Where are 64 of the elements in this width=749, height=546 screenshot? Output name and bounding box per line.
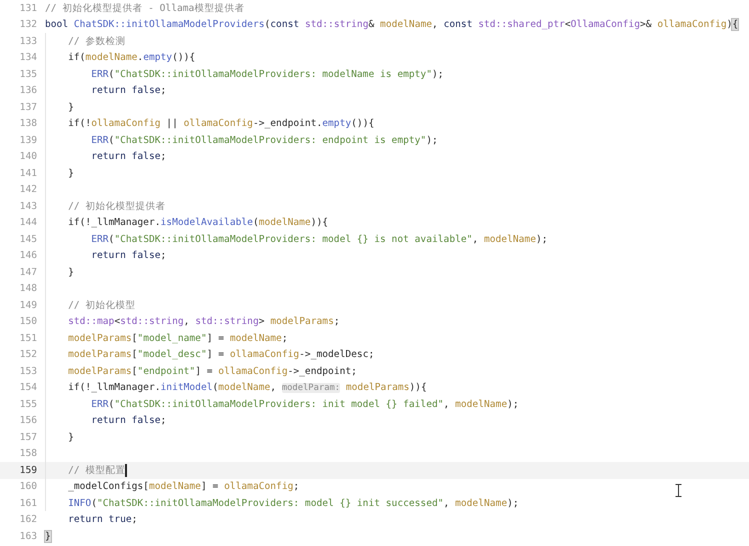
line-number: 145 [18,234,37,245]
line-number: 162 [18,514,37,526]
code-line: // 参数检测 [68,34,126,48]
code-line: modelParams["model_name"] = modelName; [68,332,288,344]
line-number: 147 [18,266,37,278]
code-line: modelParams["model_desc"] = ollamaConfig->_modelDesc; [68,349,374,360]
code-line: if(!_llmManager.isModelAvailable(modelName)){ [68,217,328,228]
code-line: INFO("ChatSDK::initOllamaModelProviders: model {} init successed", modelName); [68,498,519,509]
line-number: 149 [18,300,37,311]
code-line: } [68,432,74,443]
line-number: 141 [18,168,37,179]
line-number: 140 [18,151,37,162]
line-number: 132 [18,19,37,30]
code-line: ERR("ChatSDK::initOllamaModelProviders: modelName is empty"); [91,68,444,80]
line-number: 134 [18,52,37,64]
text-cursor-icon [675,484,682,497]
line-number: 150 [18,316,37,328]
line-number: 148 [18,283,37,294]
line-number: 146 [18,250,37,262]
code-line: if(modelName.empty()){ [68,52,196,64]
line-number: 137 [18,102,37,113]
code-line: if(!ollamaConfig || ollamaConfig->_endpoint.empty()){ [68,118,374,130]
line-number: 133 [18,36,37,47]
code-line: // 初始化模型提供者 - Ollama模型提供者 [45,2,244,15]
line-number: 151 [18,332,37,344]
code-line: _modelConfigs[modelName] = ollamaConfig; [68,481,300,492]
line-number: 161 [18,498,37,509]
line-number: 144 [18,217,37,228]
code-line: } [68,102,74,113]
code-line: // 初始化模型 [68,298,136,312]
line-number: 159 [18,464,37,476]
line-number: 135 [18,68,37,80]
line-number: 139 [18,134,37,146]
code-line: ERR("ChatSDK::initOllamaModelProviders: init model {} failed", modelName); [91,398,519,410]
line-number: 153 [18,366,37,377]
code-line: // 模型配置 [68,464,126,477]
line-number: 163 [18,530,37,542]
text-caret [125,464,127,477]
line-number: 154 [18,382,37,394]
code-line: if(!_llmManager.initModel(modelName, modelParam: modelParams)){ [68,382,427,394]
code-line: return true; [68,514,138,526]
code-line: return false; [91,85,166,96]
code-line: return false; [91,151,166,162]
line-number: 131 [18,2,37,14]
code-line: } [68,168,74,179]
line-number: 158 [18,448,37,460]
code-line: std::map<std::string, std::string> modelParams; [68,316,340,328]
line-number: 138 [18,118,37,130]
code-line: ERR("ChatSDK::initOllamaModelProviders: endpoint is empty"); [91,134,438,146]
code-line: return false; [91,415,166,426]
line-number: 155 [18,398,37,410]
line-number: 157 [18,432,37,443]
line-number: 136 [18,85,37,96]
code-line: } [68,266,74,278]
code-line: bool ChatSDK::initOllamaModelProviders(const std::string& modelName, const std::shared_ptr<OllamaConfig>& ollamaConfig){ [45,19,738,30]
line-number: 152 [18,349,37,360]
line-number: 142 [18,184,37,196]
code-line: return false; [91,250,166,262]
code-line: modelParams["endpoint"] = ollamaConfig->_endpoint; [68,366,357,377]
line-number: 156 [18,415,37,426]
line-number: 143 [18,200,37,212]
code-line: // 初始化模型提供者 [68,200,166,213]
line-number: 160 [18,481,37,492]
code-line: ERR("ChatSDK::initOllamaModelProviders: model {} is not available", modelName); [91,234,548,245]
